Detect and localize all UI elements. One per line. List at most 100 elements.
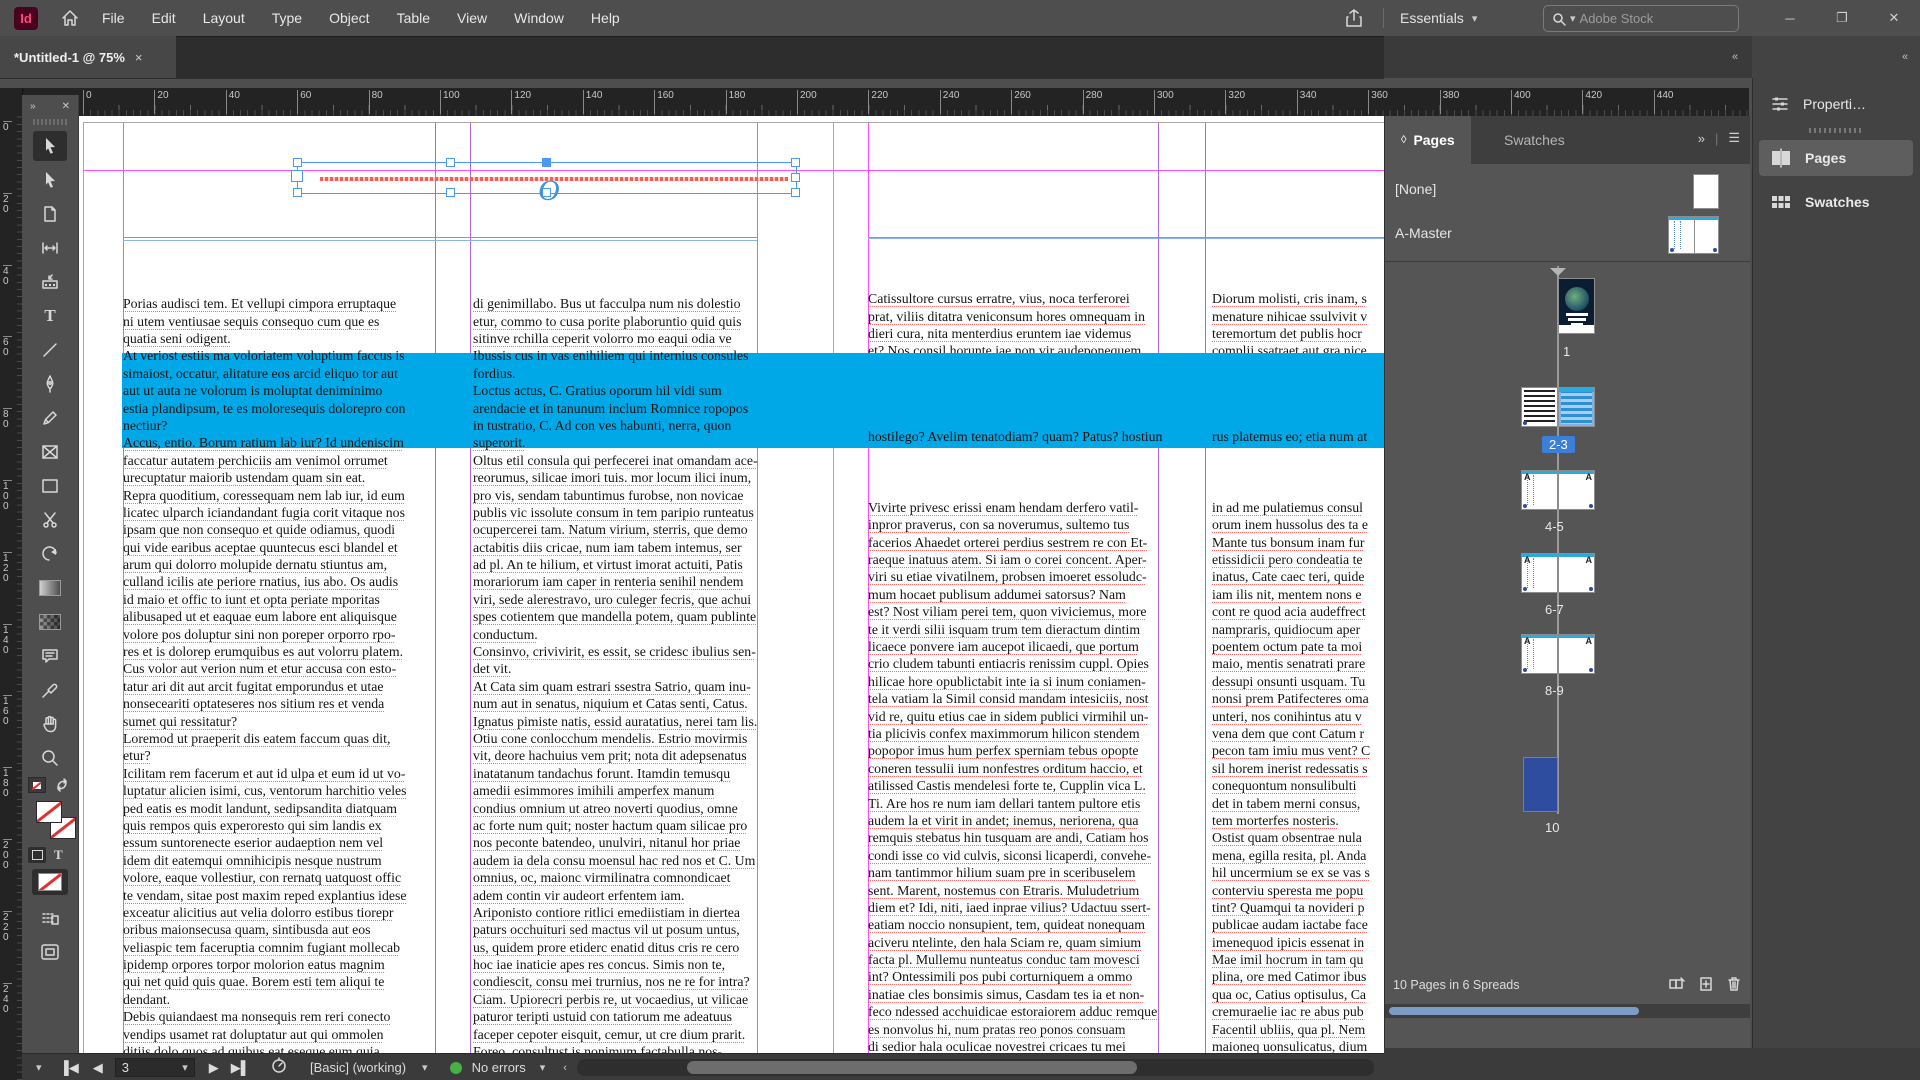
pen-tool[interactable]: [33, 369, 67, 399]
frame-handle-bottom[interactable]: [446, 188, 455, 197]
page-2-thumbnail[interactable]: [1521, 387, 1558, 427]
ruler-corner[interactable]: [0, 88, 23, 116]
horizontal-scrollbar[interactable]: [577, 1059, 1374, 1076]
close-tab-icon[interactable]: ×: [135, 50, 143, 65]
page-10-label[interactable]: 10: [1545, 820, 1559, 835]
panel-expand-icon[interactable]: »: [30, 101, 36, 112]
chevron-down-icon[interactable]: ▾: [540, 1061, 546, 1074]
adobe-stock-search[interactable]: ▾ Adobe Stock: [1543, 5, 1739, 32]
selection-tool[interactable]: [33, 131, 67, 161]
first-page-button[interactable]: ▐◀: [60, 1060, 79, 1076]
menu-item[interactable]: Help: [591, 10, 620, 26]
frame-handle-top-right[interactable]: [791, 158, 800, 167]
preview-mode-tool[interactable]: [33, 903, 67, 933]
collapse-statusbar-icon[interactable]: ▾: [36, 1061, 42, 1074]
formatting-affects-container-icon[interactable]: [28, 847, 46, 863]
hand-tool[interactable]: [33, 709, 67, 739]
default-fill-stroke-icon[interactable]: [28, 777, 46, 793]
page-4-thumbnail[interactable]: A: [1521, 470, 1558, 510]
share-icon[interactable]: [1344, 8, 1364, 33]
preflight-icon[interactable]: [270, 1057, 288, 1078]
dock-item-pages[interactable]: Pages: [1759, 140, 1913, 176]
page-7-thumbnail[interactable]: A: [1558, 553, 1595, 593]
master-none-label[interactable]: [None]: [1395, 181, 1436, 197]
frame-handle-top-left[interactable]: [293, 158, 302, 167]
horizontal-ruler[interactable]: 0204060801001201401601802002202402602803…: [22, 88, 1749, 117]
indesign-logo-icon[interactable]: Id: [14, 7, 38, 30]
pencil-tool[interactable]: [33, 403, 67, 433]
line-tool[interactable]: [33, 335, 67, 365]
document-tab[interactable]: *Untitled-1 @ 75% ×: [0, 36, 176, 78]
frame-handle-bottom-right[interactable]: [791, 188, 800, 197]
vertical-ruler[interactable]: 020406080100120140160180200220240: [0, 88, 23, 1080]
page-10-thumbnail[interactable]: [1523, 757, 1558, 812]
dock-item-swatches[interactable]: Swatches: [1759, 184, 1913, 220]
frame-tool[interactable]: [33, 437, 67, 467]
formatting-affects-text-icon[interactable]: T: [54, 847, 63, 863]
menu-item[interactable]: Edit: [152, 10, 176, 26]
menu-item[interactable]: Type: [272, 10, 302, 26]
menu-item[interactable]: Table: [397, 10, 430, 26]
text-frame-edge-left-page[interactable]: [123, 240, 757, 241]
frame-handle[interactable]: [446, 158, 455, 167]
collapse-panel-icon[interactable]: «: [1732, 51, 1739, 63]
screen-mode-button[interactable]: [33, 937, 67, 967]
page-1-thumbnail[interactable]: [1558, 278, 1595, 334]
eyedropper-tool[interactable]: [33, 675, 67, 705]
page-3-thumbnail[interactable]: [1558, 387, 1595, 427]
page-8-thumbnail[interactable]: A: [1521, 634, 1558, 674]
new-page-icon[interactable]: [1698, 976, 1714, 995]
panel-grip[interactable]: [33, 119, 67, 125]
text-column-1[interactable]: Porias audisci tem. Et vellupi cimpora e…: [123, 243, 437, 1053]
page-5-thumbnail[interactable]: A: [1558, 470, 1595, 510]
menu-item[interactable]: Window: [514, 10, 564, 26]
scroll-left-icon[interactable]: ‹: [563, 1062, 567, 1074]
menu-item[interactable]: Object: [329, 10, 369, 26]
master-a-thumbnail[interactable]: [1668, 216, 1719, 254]
dock-grip[interactable]: [1809, 128, 1861, 133]
page-6-thumbnail[interactable]: A: [1521, 553, 1558, 593]
frame-handle-mid-left[interactable]: [291, 170, 303, 182]
panel-close-icon[interactable]: ✕: [62, 101, 70, 112]
menu-item[interactable]: File: [102, 10, 125, 26]
page-1-label[interactable]: 1: [1563, 344, 1570, 359]
gradient-tool[interactable]: [33, 573, 67, 603]
direct-selection-tool[interactable]: [33, 165, 67, 195]
menu-item[interactable]: Layout: [203, 10, 245, 26]
tab-pages[interactable]: ◊ Pages: [1385, 116, 1471, 164]
fill-color-swatch[interactable]: [36, 801, 62, 823]
panel-collapse-icon[interactable]: »: [1698, 131, 1705, 146]
free-transform-tool[interactable]: [33, 539, 67, 569]
menu-item[interactable]: View: [457, 10, 487, 26]
apply-none-button[interactable]: [32, 869, 68, 895]
page-tool[interactable]: [33, 199, 67, 229]
scissors-tool[interactable]: [33, 505, 67, 535]
collapse-dock-icon[interactable]: «: [1902, 51, 1909, 63]
last-page-button[interactable]: ▶▌: [231, 1060, 250, 1076]
frame-handle-mid-right[interactable]: [791, 173, 800, 182]
restore-button[interactable]: ❐: [1816, 0, 1868, 36]
gradient-feather-tool[interactable]: [33, 607, 67, 637]
pages-panel-scrollbar[interactable]: [1385, 1004, 1750, 1018]
edit-spread-icon[interactable]: [1668, 976, 1686, 995]
content-collector-tool[interactable]: [33, 267, 67, 297]
tab-swatches[interactable]: Swatches: [1488, 116, 1581, 164]
gap-tool[interactable]: [33, 233, 67, 263]
document-canvas[interactable]: Catissultore cursus erratre, vius, noca …: [22, 116, 1384, 1053]
spread-4-5-label[interactable]: 4-5: [1545, 519, 1564, 534]
page-9-thumbnail[interactable]: A: [1558, 634, 1595, 674]
dock-item-properties[interactable]: Properti…: [1759, 86, 1913, 122]
workspace-switcher[interactable]: Essentials ▾: [1400, 0, 1477, 36]
next-page-button[interactable]: ▶: [209, 1060, 219, 1076]
delete-page-icon[interactable]: [1726, 976, 1742, 995]
frame-handle-selected[interactable]: [542, 158, 551, 167]
chevron-down-icon[interactable]: ▾: [422, 1061, 428, 1074]
previous-page-button[interactable]: ◀: [93, 1060, 103, 1076]
close-window-button[interactable]: ✕: [1868, 0, 1920, 36]
page-number-field[interactable]: 3 ▾: [115, 1058, 195, 1077]
type-tool[interactable]: T: [33, 301, 67, 331]
master-a-label[interactable]: A-Master: [1395, 225, 1452, 241]
spread-6-7-label[interactable]: 6-7: [1545, 602, 1564, 617]
scrollbar-thumb[interactable]: [687, 1061, 1137, 1074]
panel-menu-icon[interactable]: ☰: [1728, 130, 1740, 146]
